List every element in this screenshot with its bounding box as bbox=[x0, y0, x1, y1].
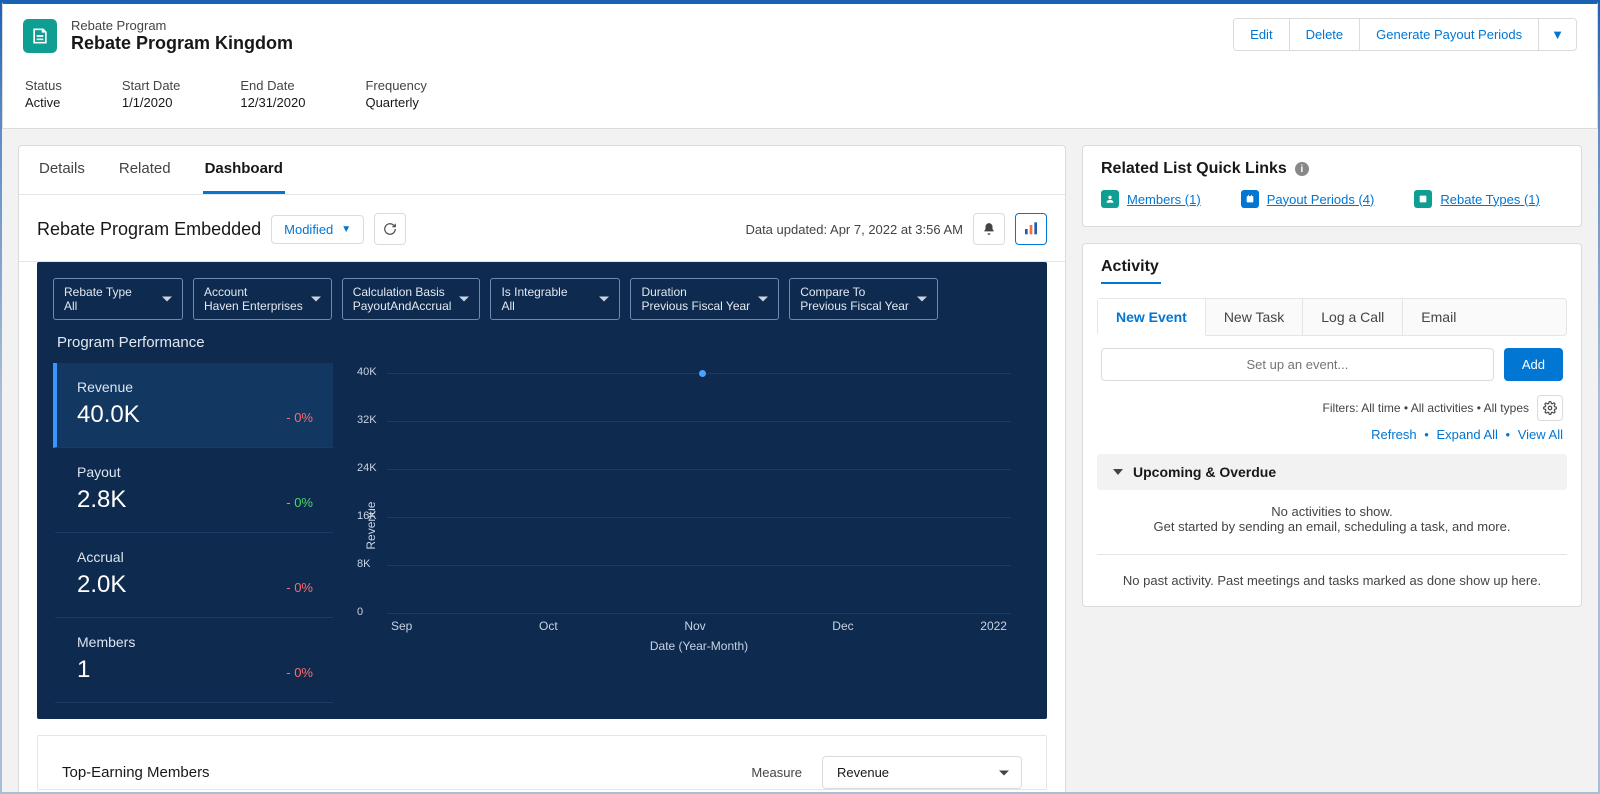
tab-dashboard[interactable]: Dashboard bbox=[203, 146, 285, 194]
generate-payout-periods-button[interactable]: Generate Payout Periods bbox=[1360, 19, 1539, 50]
related-links-title: Related List Quick Links bbox=[1101, 160, 1287, 178]
field-start-date-label: Start Date bbox=[122, 78, 181, 93]
event-input[interactable] bbox=[1101, 348, 1494, 381]
upcoming-overdue-toggle[interactable]: Upcoming & Overdue bbox=[1097, 454, 1567, 490]
top-earning-title: Top-Earning Members bbox=[62, 764, 210, 781]
activity-title: Activity bbox=[1083, 244, 1581, 276]
link-payout-periods[interactable]: Payout Periods (4) bbox=[1267, 192, 1375, 207]
link-view-all[interactable]: View All bbox=[1518, 427, 1563, 442]
field-start-date-value: 1/1/2020 bbox=[122, 95, 181, 110]
measure-select[interactable]: Revenue bbox=[822, 756, 1022, 789]
edit-button[interactable]: Edit bbox=[1234, 19, 1289, 50]
data-point-nov bbox=[699, 370, 706, 377]
dashboard-title: Rebate Program Embedded bbox=[37, 219, 261, 240]
no-activity-line2: Get started by sending an email, schedul… bbox=[1107, 519, 1557, 534]
gear-icon[interactable] bbox=[1537, 395, 1563, 421]
members-icon bbox=[1101, 190, 1119, 208]
subtab-log-call[interactable]: Log a Call bbox=[1303, 299, 1403, 335]
kpi-members[interactable]: Members 1 - 0% bbox=[53, 618, 333, 703]
filter-calc-basis[interactable]: Calculation Basis PayoutAndAccrual bbox=[342, 278, 481, 320]
field-end-date-label: End Date bbox=[240, 78, 305, 93]
record-icon bbox=[23, 19, 57, 53]
kpi-accrual[interactable]: Accrual 2.0K - 0% bbox=[53, 533, 333, 618]
kpi-revenue[interactable]: Revenue 40.0K - 0% bbox=[53, 363, 333, 448]
delete-button[interactable]: Delete bbox=[1290, 19, 1361, 50]
filter-integrable[interactable]: Is Integrable All bbox=[490, 278, 620, 320]
filter-account[interactable]: Account Haven Enterprises bbox=[193, 278, 332, 320]
program-performance-title: Program Performance bbox=[57, 334, 1031, 351]
revenue-chart: Revenue 40K 32K 24K 16K 8K 0 Sep O bbox=[353, 363, 1031, 703]
chart-y-axis-label: Revenue bbox=[364, 502, 378, 550]
no-activity-line1: No activities to show. bbox=[1107, 504, 1557, 519]
filter-rebate-type[interactable]: Rebate Type All bbox=[53, 278, 183, 320]
object-label: Rebate Program bbox=[71, 18, 293, 33]
subtab-email[interactable]: Email bbox=[1403, 299, 1474, 335]
field-status-label: Status bbox=[25, 78, 62, 93]
tab-details[interactable]: Details bbox=[37, 146, 87, 194]
tab-related[interactable]: Related bbox=[117, 146, 173, 194]
chevron-down-icon bbox=[1113, 469, 1123, 475]
payout-periods-icon bbox=[1241, 190, 1259, 208]
past-activity-text: No past activity. Past meetings and task… bbox=[1097, 554, 1567, 606]
subtab-new-event[interactable]: New Event bbox=[1098, 299, 1206, 336]
rebate-types-icon bbox=[1414, 190, 1432, 208]
link-rebate-types[interactable]: Rebate Types (1) bbox=[1440, 192, 1539, 207]
link-expand-all[interactable]: Expand All bbox=[1436, 427, 1497, 442]
info-icon: i bbox=[1295, 162, 1309, 176]
field-end-date-value: 12/31/2020 bbox=[240, 95, 305, 110]
add-button[interactable]: Add bbox=[1504, 348, 1563, 381]
chart-x-axis-label: Date (Year-Month) bbox=[387, 639, 1011, 653]
chart-icon[interactable] bbox=[1015, 213, 1047, 245]
filter-duration[interactable]: Duration Previous Fiscal Year bbox=[630, 278, 779, 320]
bell-icon[interactable] bbox=[973, 213, 1005, 245]
measure-label: Measure bbox=[751, 765, 802, 780]
refresh-icon[interactable] bbox=[374, 213, 406, 245]
link-members[interactable]: Members (1) bbox=[1127, 192, 1201, 207]
more-actions-button[interactable]: ▼ bbox=[1539, 19, 1576, 50]
activity-filters-text: Filters: All time • All activities • All… bbox=[1323, 401, 1529, 415]
data-updated-text: Data updated: Apr 7, 2022 at 3:56 AM bbox=[745, 222, 963, 237]
link-refresh[interactable]: Refresh bbox=[1371, 427, 1417, 442]
page-title: Rebate Program Kingdom bbox=[71, 33, 293, 54]
kpi-payout[interactable]: Payout 2.8K - 0% bbox=[53, 448, 333, 533]
filter-compare-to[interactable]: Compare To Previous Fiscal Year bbox=[789, 278, 938, 320]
field-status-value: Active bbox=[25, 95, 62, 110]
field-frequency-value: Quarterly bbox=[365, 95, 426, 110]
subtab-new-task[interactable]: New Task bbox=[1206, 299, 1303, 335]
field-frequency-label: Frequency bbox=[365, 78, 426, 93]
dashboard-mode-dropdown[interactable]: Modified ▼ bbox=[271, 215, 364, 244]
